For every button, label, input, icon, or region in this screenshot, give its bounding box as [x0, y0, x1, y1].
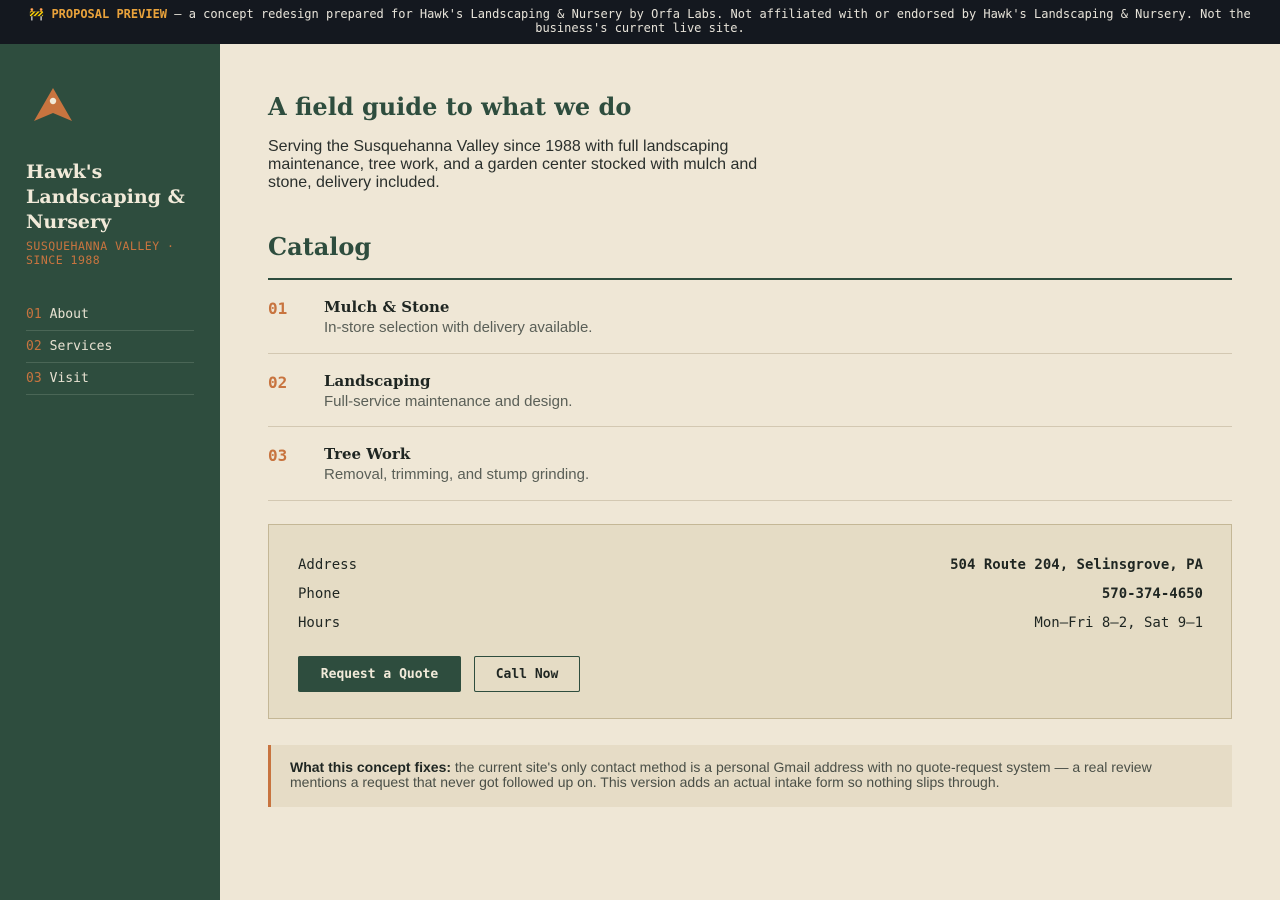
note-lead: What this concept fixes: [290, 759, 452, 775]
brand-name: Hawk's Landscaping & Nursery [26, 161, 185, 233]
sidebar-nav: 01 About 02 Services 03 Visit [26, 299, 194, 395]
nav-item-label: About [49, 307, 89, 322]
contact-row-address: Address 504 Route 204, Selinsgrove, PA [298, 557, 1203, 577]
phone-value[interactable]: 570-374-4650 [1102, 586, 1203, 602]
proposal-banner: 🚧 PROPOSAL PREVIEW — a concept redesign … [0, 0, 1280, 44]
brand-tagline: SUSQUEHANNA VALLEY · SINCE 1988 [26, 239, 175, 267]
contact-card: Address 504 Route 204, Selinsgrove, PA P… [268, 524, 1232, 719]
hawk-logo-icon[interactable] [32, 86, 74, 124]
concept-note: What this concept fixes: the current sit… [268, 745, 1232, 807]
contact-row-hours: Hours Mon–Fri 8–2, Sat 9–1 [298, 615, 1203, 635]
banner-tag: PROPOSAL PREVIEW [51, 7, 168, 21]
intro-text: Serving the Susquehanna Valley since 198… [268, 138, 758, 191]
nav-item-number: 01 [26, 307, 42, 322]
catalog-item-name: Landscaping [324, 371, 431, 390]
nav-item-services[interactable]: 02 Services [26, 331, 194, 363]
contact-label: Hours [298, 615, 341, 631]
construction-icon: 🚧 [29, 7, 45, 21]
catalog-item-mulch-stone: 01 Mulch & Stone In-store selection with… [268, 280, 1232, 354]
nav-item-number: 03 [26, 371, 42, 386]
catalog-item-name: Mulch & Stone [324, 298, 450, 316]
catalog-item-description: In-store selection with delivery availab… [324, 319, 593, 336]
catalog-item-number: 02 [268, 372, 288, 392]
banner-text: — a concept redesign prepared for Hawk's… [174, 7, 1251, 35]
contact-label: Address [298, 557, 358, 573]
catalog-item-name: Tree Work [324, 445, 411, 463]
catalog-item-tree-work: 03 Tree Work Removal, trimming, and stum… [268, 427, 1232, 501]
catalog-item-description: Full-service maintenance and design. [324, 392, 573, 410]
call-now-button[interactable]: Call Now [474, 656, 580, 692]
request-quote-button[interactable]: Request a Quote [298, 656, 461, 692]
contact-row-phone: Phone 570-374-4650 [298, 586, 1203, 606]
nav-item-visit[interactable]: 03 Visit [26, 363, 194, 395]
nav-item-label: Visit [49, 371, 89, 386]
nav-item-label: Services [49, 339, 113, 354]
catalog-item-description: Removal, trimming, and stump grinding. [324, 466, 590, 483]
sidebar: Hawk's Landscaping & Nursery SUSQUEHANNA… [0, 44, 220, 900]
nav-item-number: 02 [26, 339, 42, 354]
nav-item-about[interactable]: 01 About [26, 299, 194, 331]
catalog-list: 01 Mulch & Stone In-store selection with… [268, 280, 1232, 501]
catalog-item-number: 03 [268, 446, 288, 465]
contact-label: Phone [298, 586, 341, 602]
catalog-item-landscaping: 02 Landscaping Full-service maintenance … [268, 354, 1232, 427]
catalog-heading: Catalog [268, 232, 372, 261]
address-value: 504 Route 204, Selinsgrove, PA [950, 557, 1203, 573]
page-title: A field guide to what we do [268, 92, 632, 121]
hours-value: Mon–Fri 8–2, Sat 9–1 [1034, 615, 1203, 631]
catalog-item-number: 01 [268, 299, 288, 318]
